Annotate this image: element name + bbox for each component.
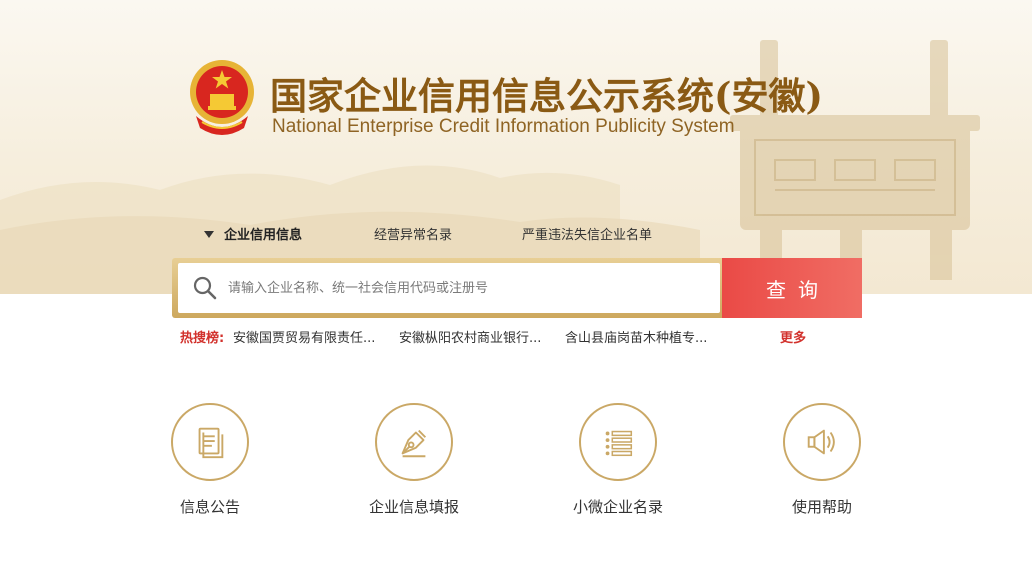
national-emblem-icon bbox=[190, 60, 254, 135]
feature-label: 企业信息填报 bbox=[368, 498, 459, 516]
feature-info-announcement[interactable]: 信息公告 bbox=[145, 403, 275, 517]
hot-search-item[interactable]: 安徽国贾贸易有限责任... bbox=[233, 327, 375, 346]
hot-search-label: 热搜榜: bbox=[180, 331, 225, 346]
feature-user-help[interactable]: 使用帮助 bbox=[757, 403, 887, 517]
hot-search-item[interactable]: 含山县庙岗苗木种植专... bbox=[565, 327, 707, 346]
hot-search-more-link[interactable]: 更多 bbox=[780, 327, 806, 346]
feature-icon-circle bbox=[375, 403, 453, 481]
feature-label: 使用帮助 bbox=[791, 498, 852, 516]
search-inner bbox=[178, 263, 720, 313]
tab-label: 企业信用信息 bbox=[224, 228, 303, 243]
search-input[interactable] bbox=[228, 263, 708, 313]
feature-enterprise-info-filing[interactable]: 企业信息填报 bbox=[349, 403, 479, 517]
feature-label: 信息公告 bbox=[179, 498, 240, 516]
feature-icon-circle bbox=[783, 403, 861, 481]
hot-search-item[interactable]: 安徽枞阳农村商业银行... bbox=[399, 327, 541, 346]
banner-background-art bbox=[0, 40, 980, 294]
site-subtitle: National Enterprise Credit Information P… bbox=[272, 116, 735, 137]
hero-banner bbox=[0, 0, 1032, 294]
speaker-icon bbox=[807, 429, 835, 455]
search-icon bbox=[193, 276, 217, 300]
tab-enterprise-credit-info[interactable]: 企业信用信息 bbox=[204, 224, 302, 243]
document-icon bbox=[198, 427, 224, 459]
tab-serious-violation-list[interactable]: 严重违法失信企业名单 bbox=[522, 224, 652, 243]
feature-icon-circle bbox=[579, 403, 657, 481]
pen-nib-icon bbox=[401, 429, 427, 458]
search-box bbox=[172, 258, 726, 318]
feature-small-micro-enterprise-list[interactable]: 小微企业名录 bbox=[553, 403, 683, 517]
caret-down-icon bbox=[204, 231, 214, 238]
feature-label: 小微企业名录 bbox=[572, 498, 663, 516]
list-icon bbox=[605, 430, 633, 457]
site-title: 国家企业信用信息公示系统(安徽) bbox=[270, 74, 824, 118]
tab-abnormal-operation-list[interactable]: 经营异常名录 bbox=[374, 224, 452, 243]
search-button[interactable]: 查询 bbox=[722, 258, 862, 318]
feature-icon-circle bbox=[171, 403, 249, 481]
